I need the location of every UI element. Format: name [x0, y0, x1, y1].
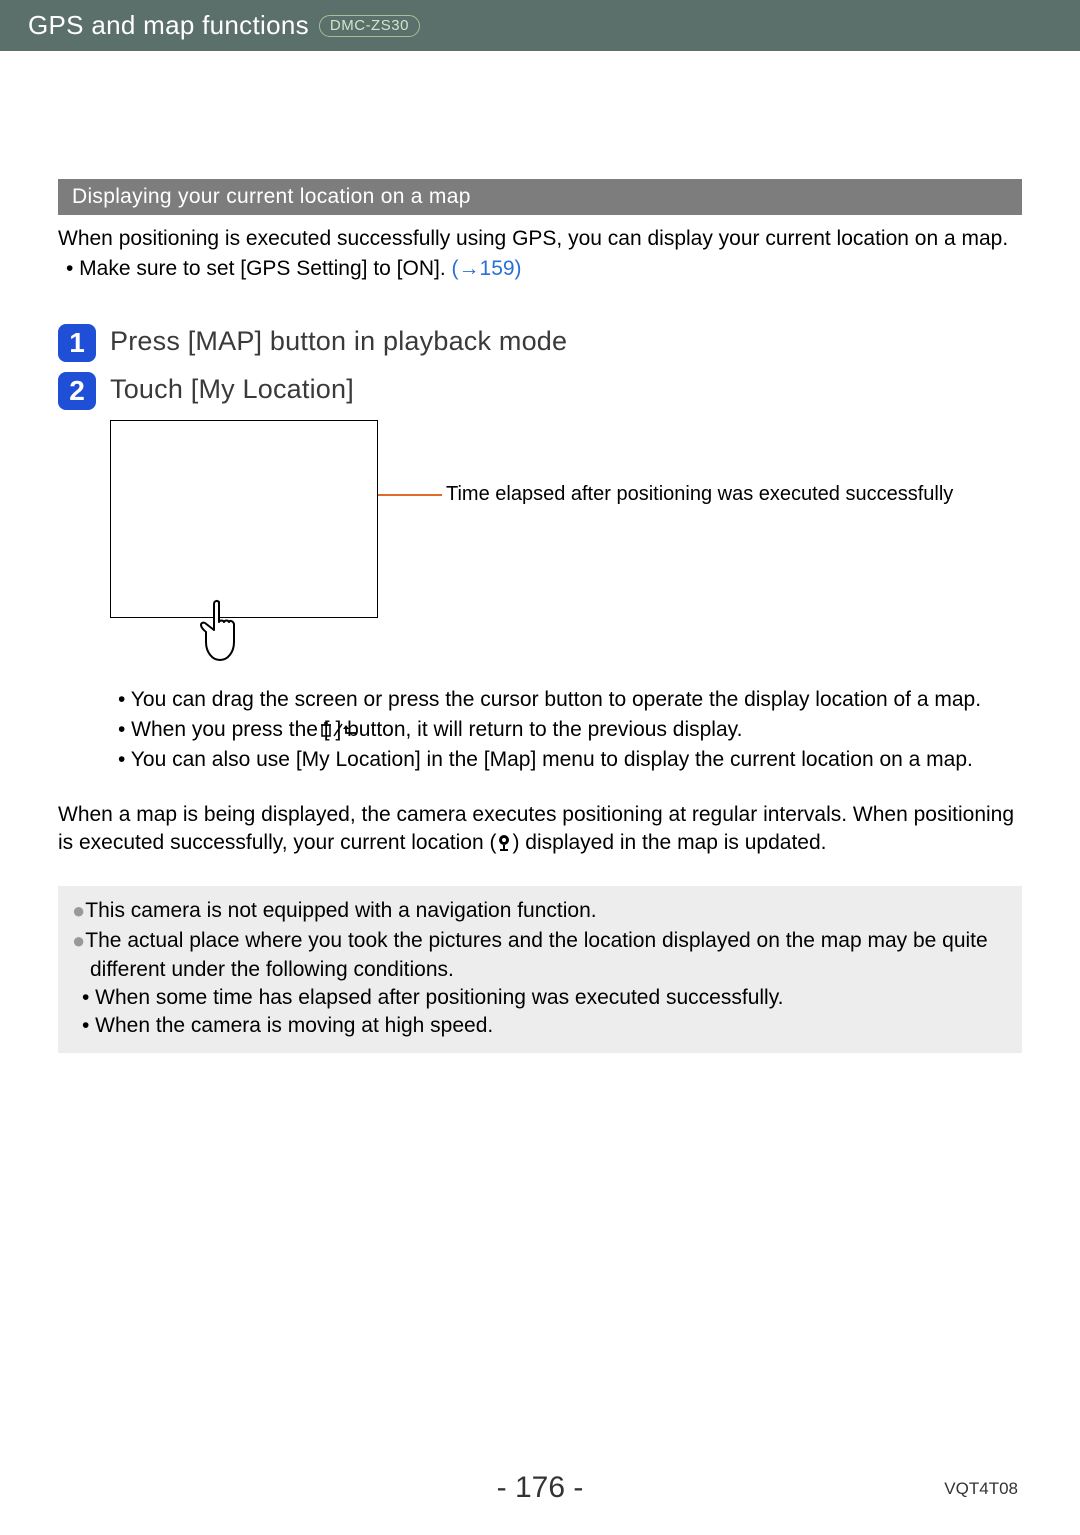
bullet-dot-icon: ●: [72, 898, 85, 923]
intro-bullet: • Make sure to set [GPS Setting] to [ON]…: [58, 255, 1022, 283]
note-2: ●The actual place where you took the pic…: [72, 926, 1008, 984]
step-note-3: • You can also use [My Location] in the …: [118, 746, 1022, 774]
page-reference-link[interactable]: (→159): [452, 257, 522, 280]
intro-bullet-text: • Make sure to set [GPS Setting] to [ON]…: [66, 257, 452, 280]
location-pin-icon: [496, 832, 512, 860]
trash-return-icon: [330, 719, 362, 747]
note-box: ●This camera is not equipped with a navi…: [58, 886, 1022, 1052]
page-number: - 176 -: [0, 1471, 1080, 1505]
note-2b: • When the camera is moving at high spee…: [72, 1012, 1008, 1040]
touch-hand-icon: [194, 598, 250, 673]
step-notes: • You can drag the screen or press the c…: [118, 686, 1022, 775]
section-heading: Displaying your current location on a ma…: [58, 179, 1022, 215]
step-note-2: • When you press the [ ] button, it will…: [118, 716, 1022, 744]
step-2-text: Touch [My Location]: [110, 372, 354, 405]
diagram: Time elapsed after positioning was execu…: [110, 420, 1022, 680]
intro-text: When positioning is executed successfull…: [58, 225, 1022, 253]
model-badge: DMC-ZS30: [319, 15, 420, 37]
callout-line: [378, 494, 442, 496]
step-number-icon: 1: [58, 324, 96, 362]
bullet-dot-icon: ●: [72, 928, 85, 953]
note-2a: • When some time has elapsed after posit…: [72, 984, 1008, 1012]
screen-rectangle: [110, 420, 378, 618]
step-number-icon: 2: [58, 372, 96, 410]
positioning-paragraph: When a map is being displayed, the camer…: [58, 801, 1022, 861]
step-2: 2 Touch [My Location]: [58, 372, 1022, 410]
document-code: VQT4T08: [944, 1479, 1018, 1499]
step-1: 1 Press [MAP] button in playback mode: [58, 324, 1022, 362]
note-1: ●This camera is not equipped with a navi…: [72, 896, 1008, 926]
callout-label: Time elapsed after positioning was execu…: [446, 483, 953, 506]
header-title: GPS and map functions: [28, 10, 309, 41]
page-header: GPS and map functions DMC-ZS30: [0, 0, 1080, 51]
step-1-text: Press [MAP] button in playback mode: [110, 324, 567, 357]
step-note-1: • You can drag the screen or press the c…: [118, 686, 1022, 714]
